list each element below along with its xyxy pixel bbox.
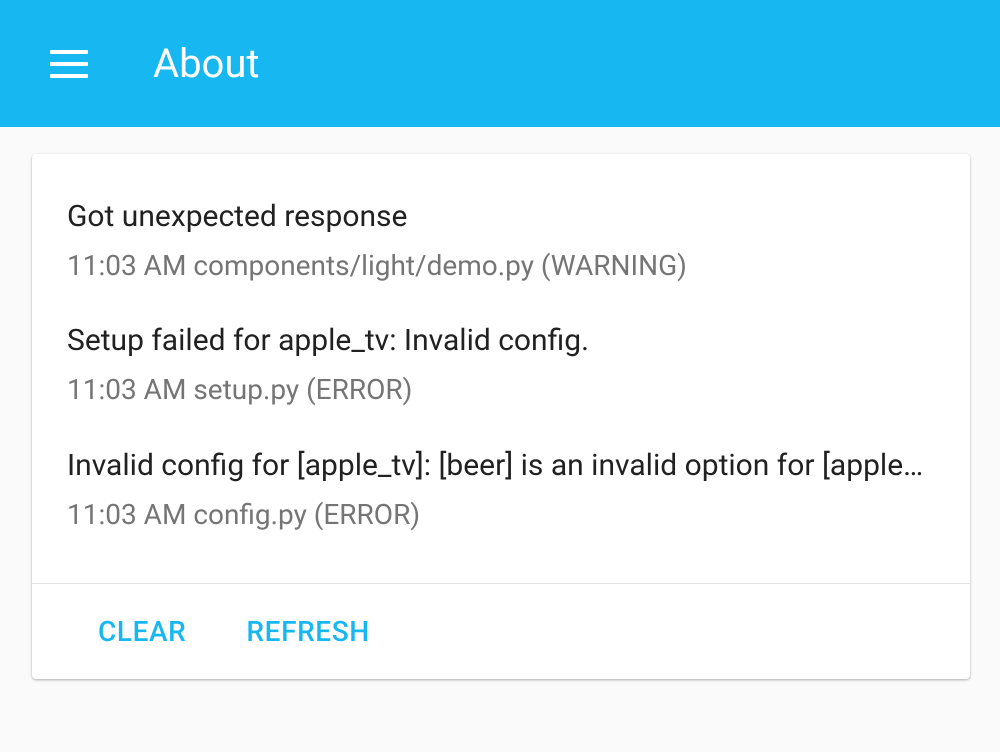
log-item[interactable]: Invalid config for [apple_tv]: [beer] is… <box>67 427 935 551</box>
log-item[interactable]: Got unexpected response 11:03 AM compone… <box>67 196 935 302</box>
content-area: Got unexpected response 11:03 AM compone… <box>0 127 1000 679</box>
log-card: Got unexpected response 11:03 AM compone… <box>32 154 970 679</box>
log-message: Setup failed for apple_tv: Invalid confi… <box>67 320 935 362</box>
log-list: Got unexpected response 11:03 AM compone… <box>32 154 970 583</box>
refresh-button[interactable]: REFRESH <box>246 605 369 658</box>
log-message: Got unexpected response <box>67 196 935 238</box>
log-item[interactable]: Setup failed for apple_tv: Invalid confi… <box>67 302 935 426</box>
hamburger-menu-icon[interactable] <box>50 50 88 78</box>
page-title: About <box>153 40 260 87</box>
card-actions: CLEAR REFRESH <box>32 583 970 679</box>
clear-button[interactable]: CLEAR <box>98 605 186 658</box>
log-detail: 11:03 AM config.py (ERROR) <box>67 497 935 533</box>
log-detail: 11:03 AM setup.py (ERROR) <box>67 372 935 408</box>
log-message: Invalid config for [apple_tv]: [beer] is… <box>67 445 935 487</box>
app-toolbar: About <box>0 0 1000 127</box>
log-detail: 11:03 AM components/light/demo.py (WARNI… <box>67 248 935 284</box>
